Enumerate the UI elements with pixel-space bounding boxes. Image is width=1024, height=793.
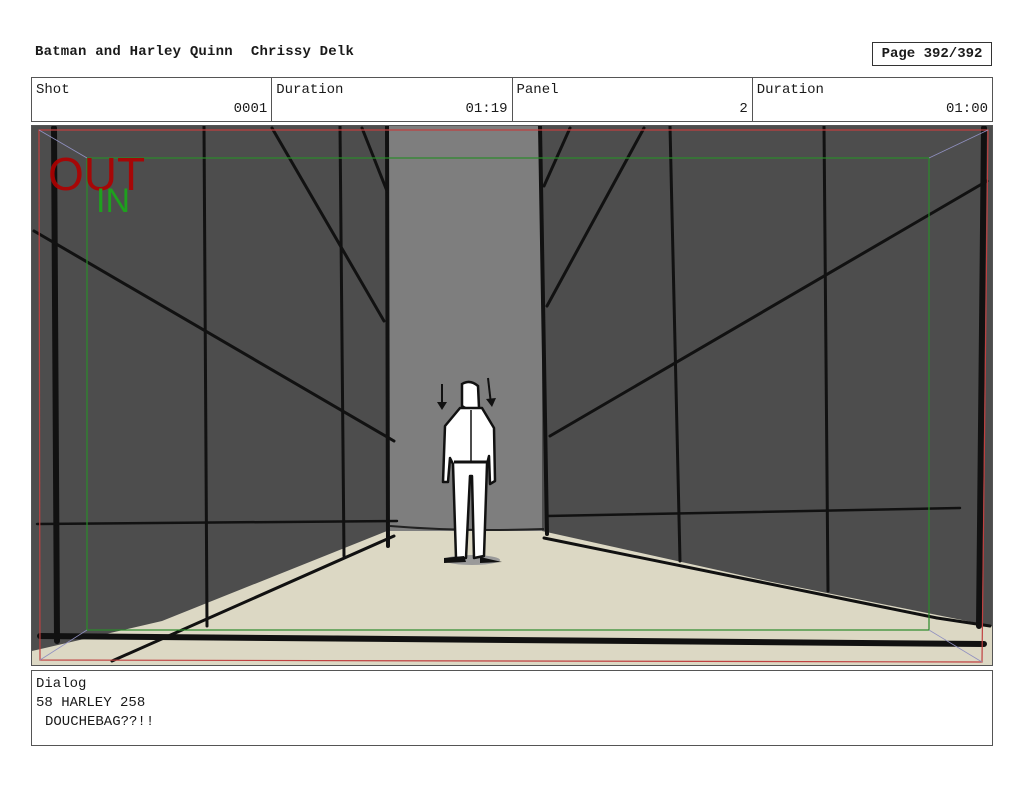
panel-value: 2 <box>739 101 748 117</box>
panel-duration-cell: Duration 01:00 <box>753 78 992 121</box>
dialog-text: DOUCHEBAG??!! <box>45 714 155 730</box>
project-title: Batman and Harley Quinn <box>35 44 233 60</box>
header-title-line: Batman and Harley Quinn Chrissy Delk <box>35 44 354 60</box>
page-number: Page 392/392 <box>872 42 992 66</box>
storyboard-panel: OUT IN <box>31 125 993 666</box>
shot-cell: Shot 0001 <box>32 78 273 121</box>
in-frame-marker: IN <box>96 182 130 220</box>
shot-label: Shot <box>36 82 70 98</box>
panel-cell: Panel 2 <box>513 78 753 121</box>
dialog-speaker-line: 58 HARLEY 258 <box>36 695 146 711</box>
shot-info-row: Shot 0001 Duration 01:19 Panel 2 Duratio… <box>31 77 993 122</box>
shot-duration-cell: Duration 01:19 <box>272 78 513 121</box>
panel-label: Panel <box>516 82 559 98</box>
panel-duration-value: 01:00 <box>945 101 988 117</box>
shot-duration-label: Duration <box>276 82 344 98</box>
shot-value: 0001 <box>233 101 268 117</box>
shot-duration-value: 01:19 <box>465 101 508 117</box>
author-name: Chrissy Delk <box>250 44 355 60</box>
dialog-box: Dialog 58 HARLEY 258 DOUCHEBAG??!! <box>31 670 993 746</box>
panel-duration-label: Duration <box>756 82 824 98</box>
dialog-label: Dialog <box>36 676 87 692</box>
storyboard-drawing: OUT IN <box>32 126 992 665</box>
